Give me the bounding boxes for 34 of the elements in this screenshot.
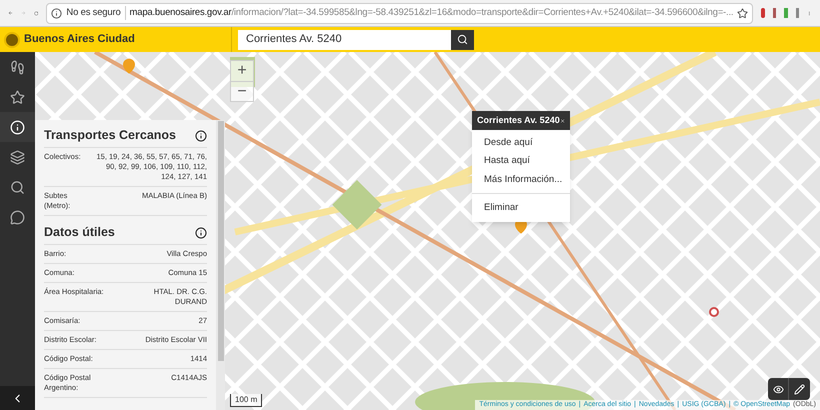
search-field[interactable]: Corrientes Av. 5240 <box>238 30 451 50</box>
logo-icon <box>4 32 20 48</box>
walk-icon <box>10 60 25 74</box>
remove-menu-item[interactable]: Eliminar <box>472 198 570 217</box>
popup-menu-item[interactable]: Más Información... <box>472 170 570 189</box>
search-icon <box>457 34 468 45</box>
security-label: No es seguro <box>66 6 126 20</box>
info-icon[interactable] <box>51 8 62 18</box>
map-pin-icon <box>121 58 137 74</box>
url-text: mapa.buenosaires.gov.ar/informacion/?lat=-34.599585&lng=-58.439251&zl=16&modo=transporte&dir=Corrientes+Av.+5240&ilat=-34.596600&ilng=-... <box>130 6 734 20</box>
chat-icon <box>10 210 25 224</box>
address-bar[interactable]: No es seguro mapa.buenosaires.gov.ar/informacion/?lat=-34.599585&lng=-58.439251&zl=16&modo=transporte&dir=Corrientes+Av.+5240&ilat=-34.596600&ilng=-... <box>46 2 754 24</box>
star-icon <box>10 90 25 104</box>
section-title: Transportes Cercanos <box>44 127 176 144</box>
info-icon[interactable] <box>195 226 207 238</box>
pencil-icon <box>794 384 805 394</box>
popup-title: Corrientes Av. 5240 <box>477 114 560 127</box>
info-icon <box>10 120 25 134</box>
section-title: Datos útiles <box>44 224 115 242</box>
search-icon <box>10 180 25 194</box>
scrollbar[interactable] <box>216 120 225 410</box>
brand-name: Buenos Aires Ciudad <box>24 32 135 48</box>
sidebar-item[interactable] <box>0 112 35 142</box>
search-button[interactable] <box>451 30 474 50</box>
scale-bar: 100 m <box>230 394 262 407</box>
zoom-out-button[interactable]: − <box>231 81 253 101</box>
eye-icon <box>772 384 784 394</box>
view-button[interactable] <box>768 378 789 400</box>
bookmark-icon[interactable] <box>737 8 748 18</box>
info-icon[interactable] <box>195 130 207 142</box>
popup-menu-item[interactable]: Hasta aquí <box>472 152 570 170</box>
popup-menu-item[interactable]: Desde aquí <box>472 134 570 152</box>
edit-button[interactable] <box>789 378 810 400</box>
layers-icon <box>10 150 25 164</box>
